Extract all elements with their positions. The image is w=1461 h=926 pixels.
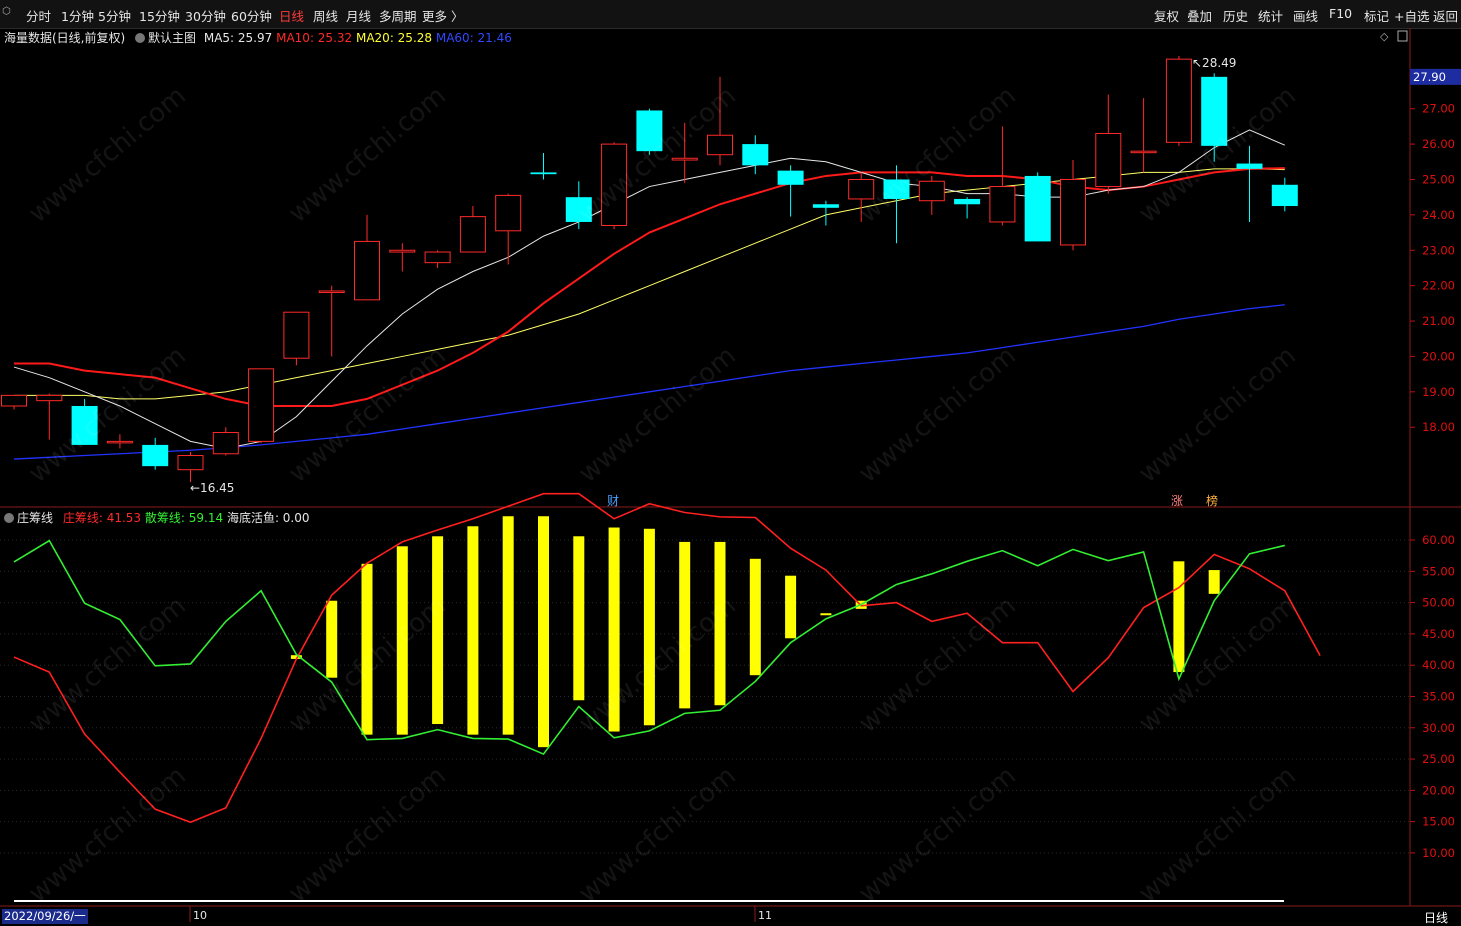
candle-body-up xyxy=(707,134,733,156)
candle-body-up xyxy=(248,368,275,442)
window-toggle-icon xyxy=(1397,30,1408,42)
candle-body-up xyxy=(424,251,451,264)
chip-bar xyxy=(538,516,549,748)
candle-body-down xyxy=(1271,184,1298,207)
y-axis-label: 20.00 xyxy=(1422,349,1455,363)
event-marker: 榜 xyxy=(1206,493,1218,508)
candle-body-up xyxy=(212,432,239,455)
y-axis-label: 24.00 xyxy=(1422,208,1455,222)
y-axis-label: 25.00 xyxy=(1422,172,1455,186)
x-axis-label: 10 xyxy=(193,909,207,922)
y-axis-label: 60.00 xyxy=(1422,533,1455,547)
y-axis-label: 23.00 xyxy=(1422,243,1455,257)
chip-bar xyxy=(432,536,444,725)
y-axis-label: 15.00 xyxy=(1422,815,1455,829)
candle-body-up xyxy=(389,249,416,253)
candle-body-up xyxy=(989,186,1016,223)
candle-body-down xyxy=(777,170,804,185)
candle-body-up xyxy=(36,394,63,402)
candle-body-down xyxy=(71,405,98,445)
candle-body-up xyxy=(1,394,27,407)
candle-body-down xyxy=(565,197,592,222)
candle-body-down xyxy=(530,172,557,175)
candle-body-down xyxy=(954,198,981,205)
chip-bar xyxy=(714,541,726,706)
diamond-icon: ◇ xyxy=(1380,30,1389,43)
y-axis-label: 10.00 xyxy=(1422,846,1455,860)
kline-chart[interactable]: 27.00 26.00 25.00 24.00 23.00 22.00 21.00 20.00… xyxy=(0,0,1461,926)
chip-bar xyxy=(361,563,373,735)
candle-body-up xyxy=(106,440,133,444)
y-axis-label: 26.00 xyxy=(1422,137,1455,151)
candle-body-up xyxy=(283,311,310,359)
current-price-label: 27.90 xyxy=(1413,70,1446,84)
candle-body-down xyxy=(812,204,839,208)
y-axis-label: 20.00 xyxy=(1422,783,1455,797)
chip-bar xyxy=(608,527,620,732)
candle-body-up xyxy=(459,216,486,253)
candle-body-up xyxy=(1060,178,1086,246)
candle-body-up xyxy=(601,143,628,226)
y-axis-label: 18.00 xyxy=(1422,420,1455,434)
candle-body-up xyxy=(177,455,204,471)
candle-body-up xyxy=(318,290,345,293)
candle-body-up xyxy=(848,178,875,200)
chip-bar xyxy=(643,528,655,726)
event-marker: 财 xyxy=(607,494,619,508)
high-marker: ↖28.49 xyxy=(1192,56,1236,70)
chip-bar xyxy=(396,546,408,735)
candle-body-down xyxy=(1201,76,1228,146)
chip-bar xyxy=(1173,561,1185,673)
y-axis-label: 40.00 xyxy=(1422,658,1455,672)
candle-body-down xyxy=(636,110,663,152)
candle-body-up xyxy=(495,194,522,232)
y-axis-label: 27.00 xyxy=(1422,102,1455,116)
y-axis-label: 19.00 xyxy=(1422,385,1455,399)
candle-body-down xyxy=(1236,163,1263,169)
chip-bar xyxy=(573,536,585,701)
zhuang-line xyxy=(13,492,1321,824)
ma10-line xyxy=(14,167,1285,407)
candle-body-up xyxy=(1130,150,1157,154)
chip-bar xyxy=(820,613,832,616)
chip-bar xyxy=(679,541,691,709)
x-axis-label: 11 xyxy=(758,909,772,922)
candle-body-up xyxy=(354,240,380,301)
low-marker: ←16.45 xyxy=(190,481,234,495)
y-axis-label: 55.00 xyxy=(1422,564,1455,578)
candle-body-up xyxy=(1165,58,1192,143)
ma60-line xyxy=(13,304,1285,460)
chip-bar xyxy=(749,558,761,676)
candle-body-up xyxy=(671,157,698,161)
y-axis-label: 45.00 xyxy=(1422,627,1455,641)
candle-body-down xyxy=(1024,175,1051,242)
event-marker: 涨 xyxy=(1171,493,1183,508)
chip-bar xyxy=(326,600,338,678)
chip-bar xyxy=(502,516,514,735)
candle-body-down xyxy=(142,444,169,467)
ma20-line xyxy=(14,168,1285,400)
cursor-date: 2022/09/26/一 xyxy=(2,909,88,924)
period-button[interactable]: 日线 xyxy=(1424,909,1448,926)
y-axis-label: 25.00 xyxy=(1422,752,1455,766)
candle-body-down xyxy=(742,144,769,166)
candle-body-down xyxy=(883,179,910,199)
candle-body-up xyxy=(1095,132,1122,188)
y-axis-label: 21.00 xyxy=(1422,314,1455,328)
y-axis-label: 30.00 xyxy=(1422,721,1455,735)
chip-bar xyxy=(785,575,797,639)
chip-bar xyxy=(1208,570,1220,594)
candle-body-up xyxy=(918,180,945,202)
chip-bar xyxy=(467,526,479,735)
y-axis-label: 35.00 xyxy=(1422,689,1455,703)
y-axis-label: 50.00 xyxy=(1422,596,1455,610)
y-axis-label: 22.00 xyxy=(1422,279,1455,293)
